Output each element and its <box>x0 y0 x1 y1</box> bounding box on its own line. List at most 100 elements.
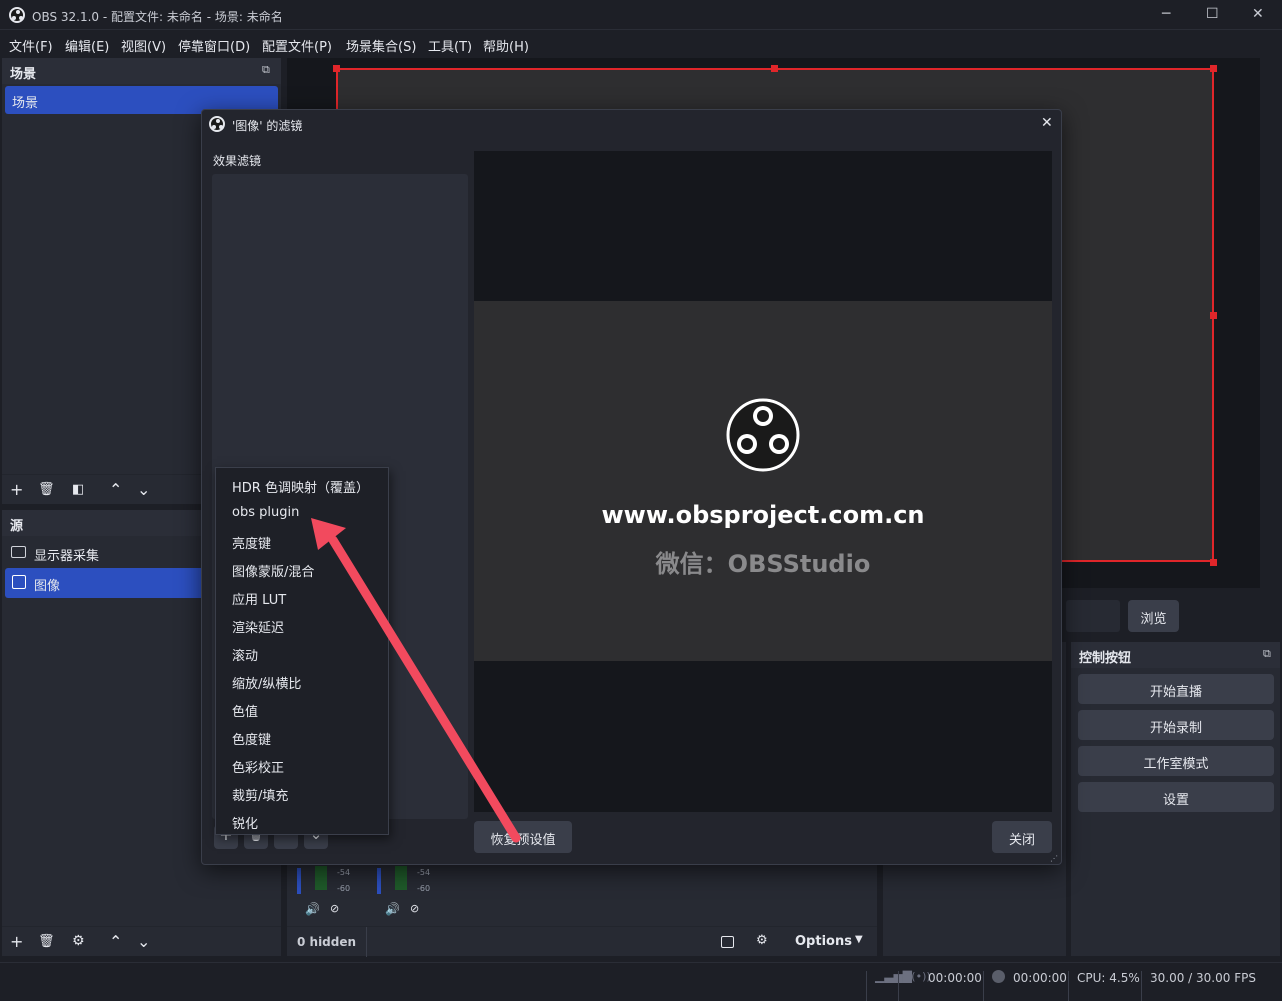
controls-dock: 控制按钮 ⧉ 开始直播 开始录制 工作室模式 设置 <box>1071 642 1280 956</box>
resize-handle[interactable] <box>1210 559 1217 566</box>
menu-view[interactable]: 视图(V) <box>121 36 166 55</box>
move-scene-up-button[interactable]: ⌃ <box>109 480 122 499</box>
browse-button[interactable]: 浏览 <box>1128 600 1179 632</box>
resize-handle[interactable] <box>1210 312 1217 319</box>
menu-bar: 文件(F) 编辑(E) 视图(V) 停靠窗口(D) 配置文件(P) 场景集合(S… <box>0 30 1282 58</box>
mixer-toolbar: 0 hidden ⚙ Options ▼ <box>287 926 877 957</box>
source-properties-button[interactable]: ⚙ <box>72 933 85 949</box>
restore-defaults-button[interactable]: 恢复预设值 <box>474 821 572 853</box>
resize-handle[interactable] <box>1210 65 1217 72</box>
db-label: -54 <box>337 868 351 877</box>
minimize-button[interactable]: ─ <box>1162 6 1170 22</box>
menu-item-color-correction[interactable]: 色彩校正 <box>232 757 284 776</box>
advanced-audio-icon[interactable]: ⚙ <box>756 933 768 948</box>
menu-item-crop-pad[interactable]: 裁剪/填充 <box>232 785 288 804</box>
record-status-icon <box>992 970 1005 983</box>
volume-meter <box>315 866 327 890</box>
controls-title: 控制按钮 <box>1079 651 1132 666</box>
menu-profile[interactable]: 配置文件(P) <box>262 36 332 55</box>
menu-file[interactable]: 文件(F) <box>9 36 53 55</box>
dialog-title: '图像' 的滤镜 <box>232 119 303 133</box>
remove-scene-button[interactable]: 🗑 <box>38 482 55 497</box>
sources-title: 源 <box>10 519 24 534</box>
hidden-count: 0 hidden <box>297 935 357 949</box>
cpu-usage: CPU: 4.5% <box>1077 971 1140 985</box>
menu-item-image-mask[interactable]: 图像蒙版/混合 <box>232 561 314 580</box>
obs-logo-icon <box>9 7 25 23</box>
dialog-close-icon[interactable]: ✕ <box>1041 115 1053 131</box>
move-scene-down-button[interactable]: ⌄ <box>137 480 150 499</box>
monitor-icon <box>11 546 26 558</box>
monitor-off-icon[interactable]: ⊘ <box>410 902 419 915</box>
scenes-title: 场景 <box>10 67 37 82</box>
menu-docks[interactable]: 停靠窗口(D) <box>178 36 250 55</box>
dialog-close-button[interactable]: 关闭 <box>992 821 1052 853</box>
website-text: www.obsproject.com.cn <box>601 501 925 529</box>
menu-item-hdr-tonemap[interactable]: HDR 色调映射（覆盖） <box>232 477 369 496</box>
resize-grip-icon[interactable]: ⋰ <box>1050 854 1058 863</box>
float-dock-icon[interactable]: ⧉ <box>1263 647 1271 661</box>
float-dock-icon[interactable]: ⧉ <box>262 63 270 77</box>
divider <box>1068 971 1069 1001</box>
obs-logo-icon <box>209 116 225 132</box>
menu-item-chroma-key[interactable]: 色度键 <box>232 729 271 748</box>
menu-tools[interactable]: 工具(T) <box>428 36 472 55</box>
record-time: 00:00:00 <box>1013 971 1067 985</box>
menu-item-render-delay[interactable]: 渲染延迟 <box>232 617 284 636</box>
volume-meter <box>395 866 407 890</box>
menu-item-scale-aspect[interactable]: 缩放/纵横比 <box>232 673 301 692</box>
divider <box>366 927 367 957</box>
stream-time: 00:00:00 <box>928 971 982 985</box>
chevron-down-icon: ▼ <box>855 934 863 945</box>
image-icon <box>12 575 26 589</box>
scene-item-label: 场景 <box>12 96 39 111</box>
start-streaming-button[interactable]: 开始直播 <box>1078 674 1274 704</box>
wechat-text: 微信：OBSStudio <box>655 550 871 578</box>
volume-meter <box>297 868 301 894</box>
add-filter-menu: HDR 色调映射（覆盖） obs plugin 亮度键 图像蒙版/混合 应用 L… <box>215 467 389 835</box>
move-source-down-button[interactable]: ⌄ <box>137 932 150 951</box>
menu-item-apply-lut[interactable]: 应用 LUT <box>232 589 286 608</box>
menu-item-luma-key[interactable]: 亮度键 <box>232 533 271 552</box>
divider <box>898 971 899 1001</box>
menu-scene-collection[interactable]: 场景集合(S) <box>346 36 416 55</box>
menu-item-obs-plugin[interactable]: obs plugin <box>232 505 299 520</box>
obs-logo-icon <box>726 398 800 472</box>
speaker-icon[interactable]: 🔊 <box>305 902 320 916</box>
filter-preview: www.obsproject.com.cn 微信：OBSStudio <box>474 151 1052 812</box>
options-dropdown[interactable]: Options <box>795 934 852 949</box>
scene-filter-button[interactable]: ◧ <box>72 482 84 497</box>
scenes-header: 场景 <box>2 58 281 84</box>
resize-handle[interactable] <box>771 65 778 72</box>
maximize-button[interactable]: ☐ <box>1206 6 1219 22</box>
start-recording-button[interactable]: 开始录制 <box>1078 710 1274 740</box>
move-source-up-button[interactable]: ⌃ <box>109 932 122 951</box>
fps-readout: 30.00 / 30.00 FPS <box>1150 971 1256 985</box>
menu-help[interactable]: 帮助(H) <box>483 36 529 55</box>
add-source-button[interactable]: + <box>10 932 23 951</box>
monitor-off-icon[interactable]: ⊘ <box>330 902 339 915</box>
sources-toolbar: + 🗑 ⚙ ⌃ ⌄ <box>2 926 281 956</box>
menu-item-color-key[interactable]: 色值 <box>232 701 258 720</box>
resize-handle[interactable] <box>333 65 340 72</box>
db-label: -60 <box>337 884 351 893</box>
controls-header: 控制按钮 <box>1071 642 1280 668</box>
layout-icon[interactable] <box>721 936 734 948</box>
status-bar: ▁▃▅▇ ((•)) 00:00:00 00:00:00 CPU: 4.5% 3… <box>0 962 1282 1001</box>
effect-filters-label: 效果滤镜 <box>213 154 262 168</box>
settings-button[interactable]: 设置 <box>1078 782 1274 812</box>
close-window-button[interactable]: ✕ <box>1252 6 1264 22</box>
studio-mode-button[interactable]: 工作室模式 <box>1078 746 1274 776</box>
remove-source-button[interactable]: 🗑 <box>38 934 55 949</box>
menu-item-scroll[interactable]: 滚动 <box>232 645 258 664</box>
divider <box>1141 971 1142 1001</box>
menu-item-sharpen[interactable]: 锐化 <box>232 813 258 832</box>
add-scene-button[interactable]: + <box>10 480 23 499</box>
audio-mixer-dock: -54 -60 🔊 ⊘ -54 -60 🔊 ⊘ 0 hidden ⚙ Optio… <box>287 862 877 957</box>
db-label: -54 <box>417 868 431 877</box>
speaker-icon[interactable]: 🔊 <box>385 902 400 916</box>
title-bar: OBS 32.1.0 - 配置文件: 未命名 - 场景: 未命名 ─ ☐ ✕ <box>0 0 1282 30</box>
window-title: OBS 32.1.0 - 配置文件: 未命名 - 场景: 未命名 <box>32 10 283 24</box>
path-field[interactable] <box>1066 600 1120 632</box>
menu-edit[interactable]: 编辑(E) <box>65 36 109 55</box>
